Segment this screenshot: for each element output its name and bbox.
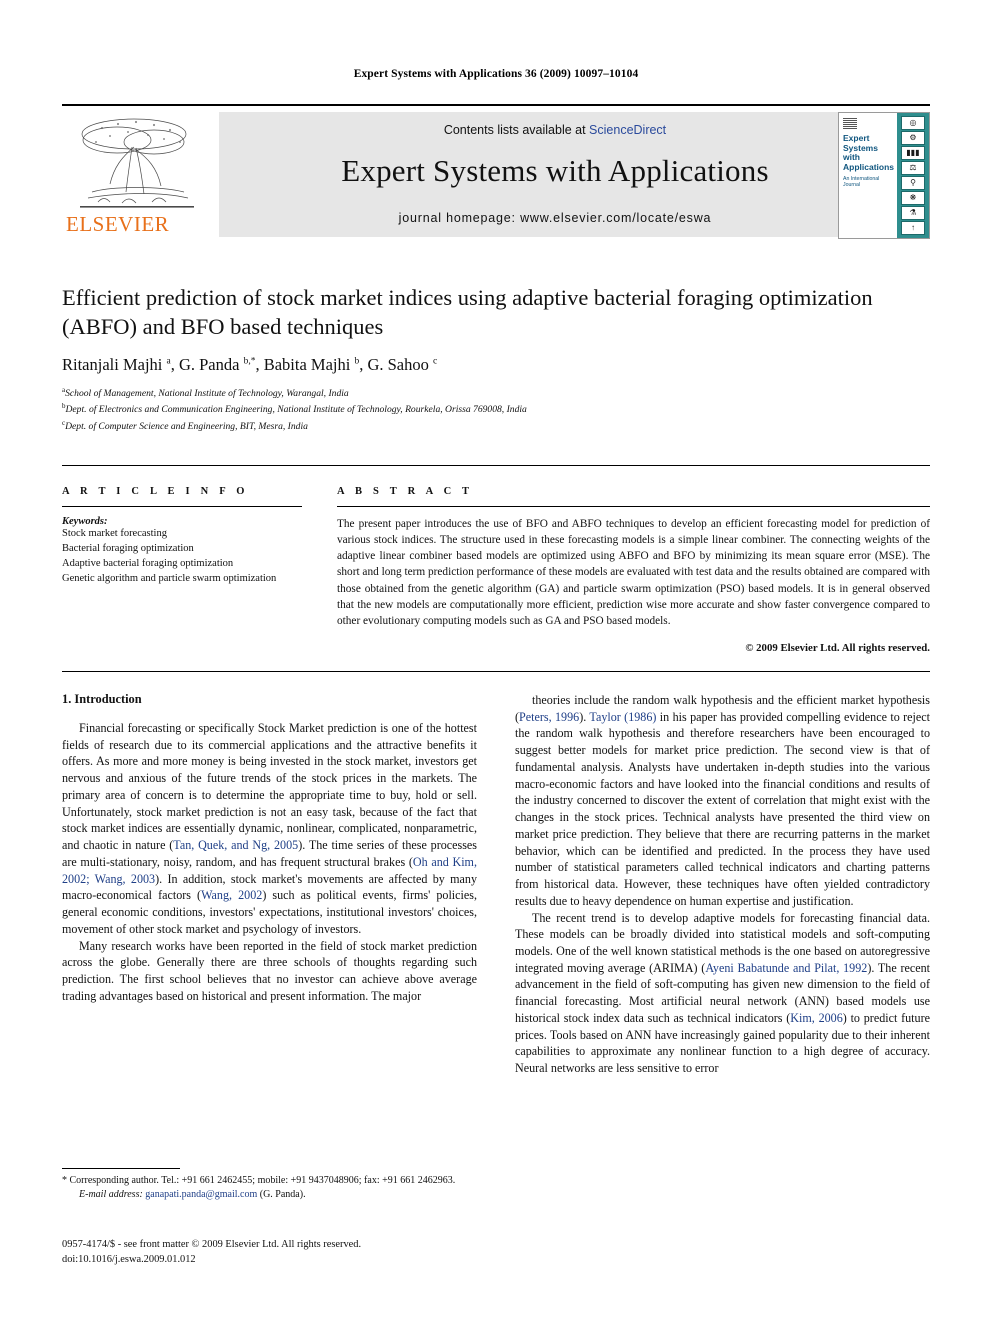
info-rule-bottom (62, 671, 930, 672)
footer-block: 0957-4174/$ - see front matter © 2009 El… (62, 1237, 492, 1267)
citation-link[interactable]: Kim, 2006 (790, 1011, 842, 1025)
right-paragraphs: theories include the random walk hypothe… (515, 692, 930, 1077)
bar-chart-icon: ▮▮▮ (901, 145, 925, 161)
abstract-heading: A B S T R A C T (337, 486, 474, 497)
citation-link[interactable]: Taylor (1986) (589, 710, 656, 724)
abstract-block: A B S T R A C T The present paper introd… (337, 486, 930, 654)
article-info-heading: A R T I C L E I N F O (62, 486, 249, 497)
cover-title-text: Expert Systems with Applications (843, 133, 895, 172)
citation-link[interactable]: Peters, 1996 (519, 710, 579, 724)
journal-title: Expert Systems with Applications (341, 153, 769, 188)
email-link[interactable]: ganapati.panda@gmail.com (145, 1189, 257, 1200)
globe-icon: ◎ (901, 115, 925, 131)
keyword-item: Genetic algorithm and particle swarm opt… (62, 572, 277, 584)
copyright-line: © 2009 Elsevier Ltd. All rights reserved… (745, 641, 930, 654)
citation-link[interactable]: Wang, 2002 (201, 888, 262, 902)
left-paragraphs: Financial forecasting or specifically St… (62, 720, 477, 1004)
affiliation-line: cDept. of Computer Science and Engineeri… (62, 419, 308, 433)
balance-icon: ⚖ (901, 160, 925, 176)
journal-header-band: ELSEVIER Contents lists available at Sci… (62, 104, 930, 239)
abstract-divider (337, 506, 930, 507)
article-info-divider (62, 506, 302, 507)
citation-link[interactable]: Tan, Quek, and Ng, 2005 (173, 838, 298, 852)
body-column-left: 1. Introduction Financial forecasting or… (62, 692, 477, 1077)
citation-link[interactable]: Oh and Kim, 2002; Wang, 2003 (62, 855, 477, 886)
page-title: Efficient prediction of stock market ind… (62, 285, 873, 340)
section-heading-introduction: 1. Introduction (62, 692, 142, 706)
citation-link[interactable]: Ayeni Babatunde and Pilat, 1992 (705, 961, 867, 975)
keyword-item: Adaptive bacterial foraging optimization (62, 557, 234, 569)
footnote-divider (62, 1168, 180, 1169)
body-columns: 1. Introduction Financial forecasting or… (62, 692, 930, 1077)
elsevier-wordmark: ELSEVIER (66, 212, 170, 236)
journal-homepage-line[interactable]: journal homepage: www.elsevier.com/locat… (219, 211, 891, 225)
keywords-label: Keywords: (62, 516, 108, 527)
author-list: Ritanjali Majhi a, G. Panda b,*, Babita … (62, 354, 438, 374)
atom-icon: ❋ (901, 190, 925, 206)
running-head: Expert Systems with Applications 36 (200… (353, 68, 639, 80)
issn-line: 0957-4174/$ - see front matter © 2009 El… (62, 1239, 362, 1250)
footnote-block: * Corresponding author. Tel.: +91 661 24… (62, 1168, 477, 1202)
body-paragraph: Financial forecasting or specifically St… (62, 721, 477, 936)
journal-banner-panel: Contents lists available at ScienceDirec… (219, 112, 891, 237)
cover-left-panel: Expert Systems with Applications An Inte… (839, 113, 897, 238)
contents-available-line: Contents lists available at ScienceDirec… (219, 123, 891, 137)
affiliation-line: aSchool of Management, National Institut… (62, 385, 349, 399)
email-note: E-mail address: ganapati.panda@gmail.com… (62, 1188, 477, 1202)
flask-icon: ⚗ (901, 205, 925, 221)
body-paragraph: The recent trend is to develop adaptive … (515, 910, 931, 1076)
email-label: E-mail address: (79, 1189, 143, 1200)
body-paragraph: Many research works have been reported i… (62, 938, 477, 1003)
email-suffix: (G. Panda). (259, 1189, 306, 1200)
elsevier-tree-icon (80, 118, 194, 208)
journal-cover-thumbnail: Expert Systems with Applications An Inte… (838, 112, 930, 239)
doi-line: doi:10.1016/j.eswa.2009.01.012 (62, 1254, 196, 1266)
paper-page: Expert Systems with Applications 36 (200… (0, 0, 992, 1323)
article-info-block: A R T I C L E I N F O Keywords: Stock ma… (62, 486, 302, 587)
corresponding-author-note: * Corresponding author. Tel.: +91 661 24… (62, 1175, 456, 1186)
gears-icon: ⚙ (901, 130, 925, 146)
contents-prefix-text: Contents lists available at (443, 123, 590, 137)
abstract-text: The present paper introduces the use of … (337, 518, 930, 627)
elsevier-logo: ELSEVIER (62, 112, 212, 237)
keyword-item: Bacterial foraging optimization (62, 542, 194, 554)
body-paragraph: theories include the random walk hypothe… (515, 693, 930, 908)
body-column-right: theories include the random walk hypothe… (515, 692, 930, 1077)
sciencedirect-link[interactable]: ScienceDirect (589, 123, 666, 137)
cover-icon-strip: ◎ ⚙ ▮▮▮ ⚖ ⚲ ❋ ⚗ ↑ (897, 113, 929, 238)
cover-subtitle-text: An International Journal (843, 176, 880, 189)
title-block: Efficient prediction of stock market ind… (62, 283, 930, 435)
arrow-icon: ↑ (901, 220, 925, 236)
affiliation-list: aSchool of Management, National Institut… (62, 385, 930, 436)
keyword-item: Stock market forecasting (62, 528, 167, 539)
keywords-list: Stock market forecasting Bacterial foragi… (62, 527, 302, 587)
info-rule-top (62, 465, 930, 466)
cover-mini-logo-icon (843, 118, 857, 129)
microscope-icon: ⚲ (901, 175, 925, 191)
affiliation-line: bDept. of Electronics and Communication … (62, 402, 527, 416)
